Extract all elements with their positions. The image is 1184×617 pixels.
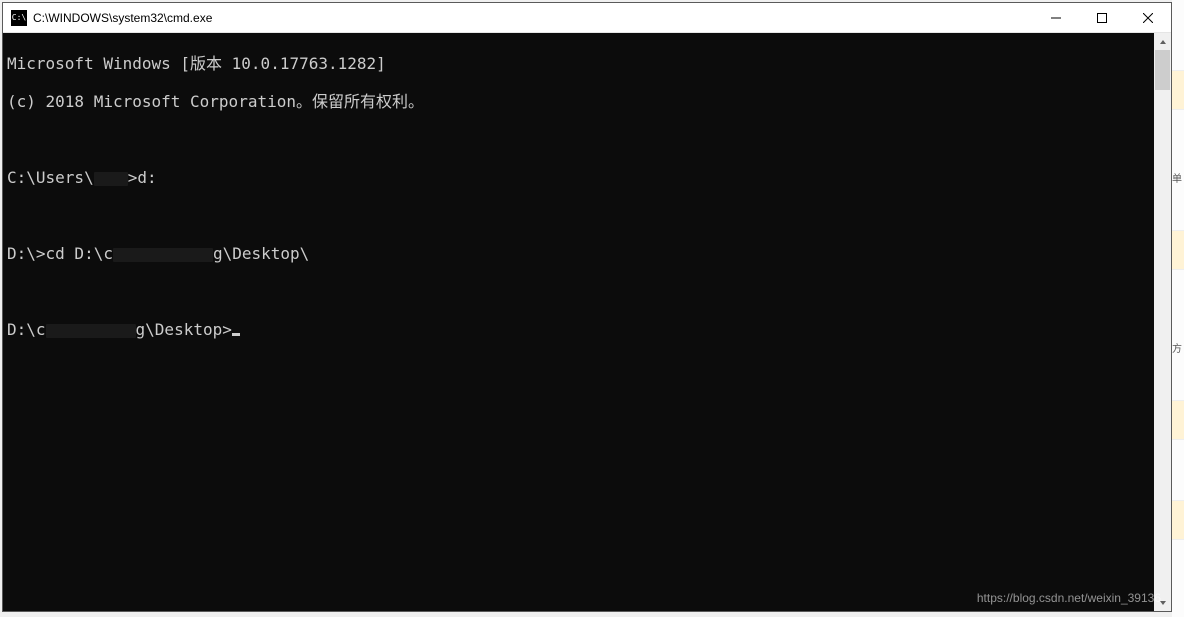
scroll-up-arrow[interactable] (1154, 33, 1171, 50)
redacted-username (94, 172, 128, 186)
prompt-line-3: D:\c g\Desktop> (7, 320, 1150, 339)
cmd-icon: C:\ (11, 10, 27, 26)
minimize-button[interactable] (1033, 3, 1079, 32)
titlebar[interactable]: C:\ C:\WINDOWS\system32\cmd.exe (3, 3, 1171, 33)
terminal-output[interactable]: Microsoft Windows [版本 10.0.17763.1282] (… (3, 33, 1154, 611)
prompt-line-2: D:\>cd D:\c g\Desktop\ (7, 244, 1150, 263)
cmd-window: C:\ C:\WINDOWS\system32\cmd.exe Microsof… (2, 2, 1172, 612)
close-button[interactable] (1125, 3, 1171, 32)
background-page-peek: 单 方 (1172, 0, 1184, 617)
window-title: C:\WINDOWS\system32\cmd.exe (33, 11, 212, 25)
peek-text-2: 方 (1172, 340, 1184, 355)
scroll-thumb[interactable] (1155, 50, 1170, 90)
maximize-button[interactable] (1079, 3, 1125, 32)
banner-line: Microsoft Windows [版本 10.0.17763.1282] (7, 54, 1150, 73)
redacted-path (46, 324, 136, 338)
text-cursor (232, 333, 240, 336)
redacted-path (113, 248, 213, 262)
copyright-line: (c) 2018 Microsoft Corporation。保留所有权利。 (7, 92, 1150, 111)
watermark-text: https://blog.csdn.net/weixin_39136 (977, 591, 1161, 605)
peek-text-1: 单 (1172, 170, 1184, 185)
prompt-line-1: C:\Users\ >d: (7, 168, 1150, 187)
vertical-scrollbar[interactable] (1154, 33, 1171, 611)
